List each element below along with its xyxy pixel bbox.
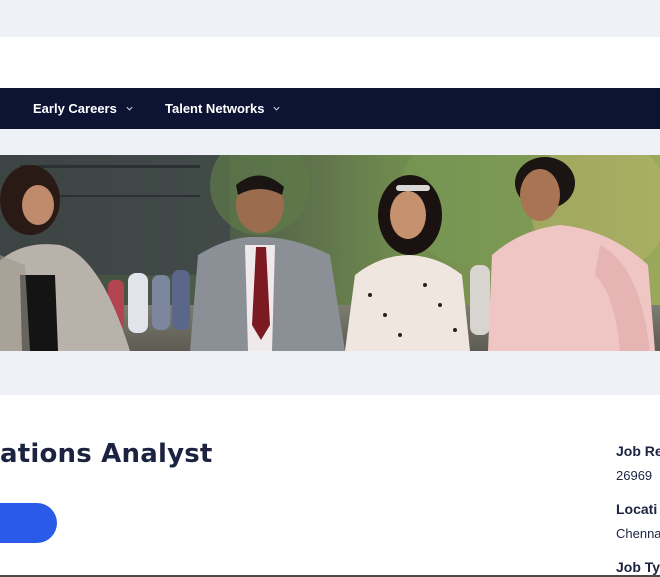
nav-item-talent-networks[interactable]: Talent Networks [165,88,281,129]
main-navigation: Early Careers Talent Networks [0,88,660,129]
hero-image [0,155,660,351]
job-requisition-label: Job Re [616,443,660,459]
job-type-label: Job Ty [616,559,660,575]
job-title: ations Analyst [0,439,213,469]
browser-top-strip [0,0,660,37]
chevron-down-icon [273,106,281,111]
site-header [0,37,660,88]
apply-button[interactable] [0,503,57,543]
nav-item-label: Talent Networks [165,101,265,116]
hero-photo [0,155,660,351]
location-label: Locati [616,501,658,517]
nav-item-label: Early Careers [33,101,117,116]
job-requisition-value: 26969 [616,468,653,483]
job-details-panel: ations Analyst Job Re 26969 Locati Chenn… [0,395,660,577]
location-value: Chenna [616,526,660,541]
chevron-down-icon [126,106,133,111]
nav-item-early-careers[interactable]: Early Careers [33,88,134,129]
